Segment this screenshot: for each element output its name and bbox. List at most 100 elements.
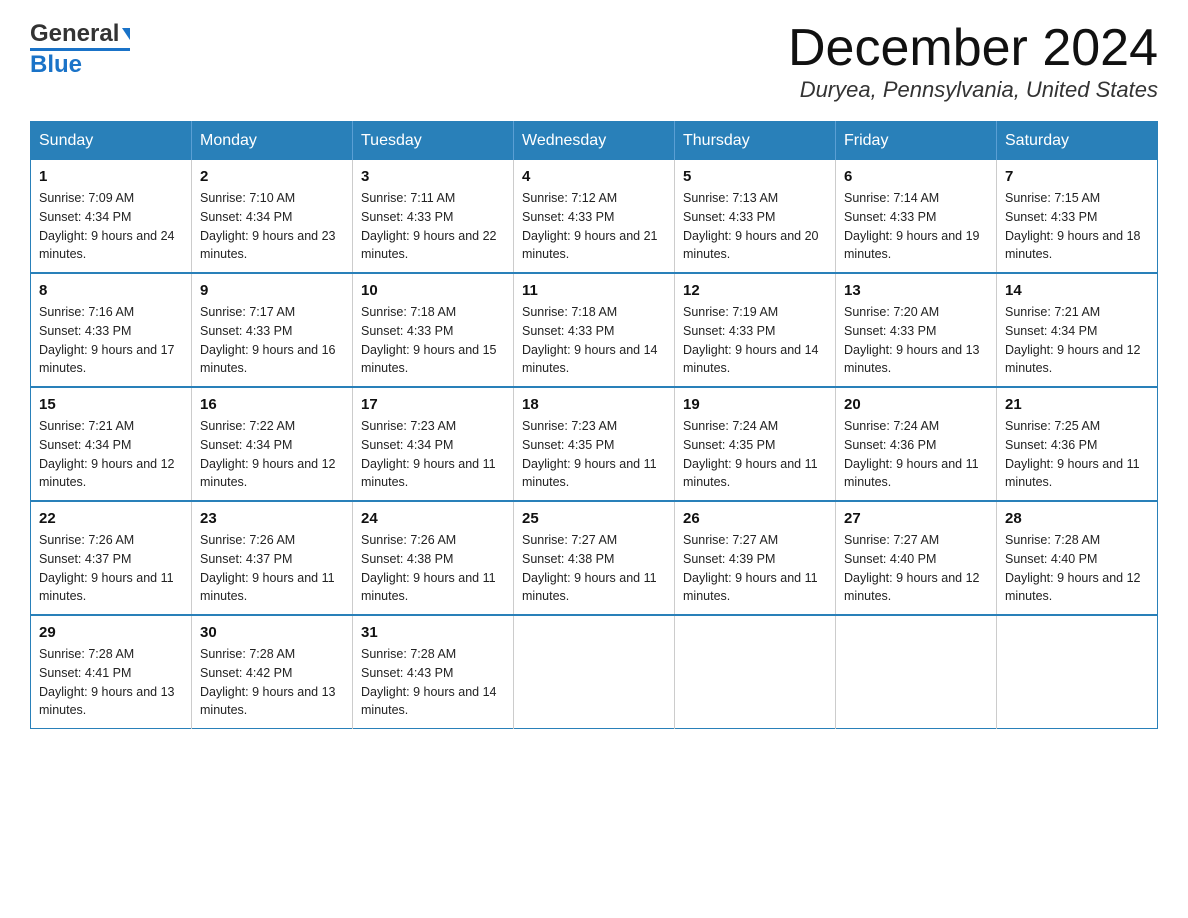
calendar-day-cell: 28 Sunrise: 7:28 AMSunset: 4:40 PMDayligh… [997,501,1158,615]
calendar-day-cell: 26 Sunrise: 7:27 AMSunset: 4:39 PMDayligh… [675,501,836,615]
location-subtitle: Duryea, Pennsylvania, United States [788,77,1158,103]
day-number: 15 [39,396,183,413]
day-info: Sunrise: 7:16 AMSunset: 4:33 PMDaylight:… [39,303,183,378]
day-info: Sunrise: 7:19 AMSunset: 4:33 PMDaylight:… [683,303,827,378]
day-number: 18 [522,396,666,413]
day-number: 13 [844,282,988,299]
calendar-header-saturday: Saturday [997,122,1158,161]
calendar-day-cell: 20Sunrise: 7:24 AMSunset: 4:36 PMDayligh… [836,387,997,501]
day-number: 24 [361,510,505,527]
calendar-day-cell: 18 Sunrise: 7:23 AMSunset: 4:35 PMDayligh… [514,387,675,501]
calendar-day-cell: 8Sunrise: 7:16 AMSunset: 4:33 PMDaylight… [31,273,192,387]
calendar-week-row: 22 Sunrise: 7:26 AMSunset: 4:37 PMDayligh… [31,501,1158,615]
title-section: December 2024 Duryea, Pennsylvania, Unit… [788,20,1158,103]
day-number: 7 [1005,168,1149,185]
day-number: 28 [1005,510,1149,527]
calendar-header-tuesday: Tuesday [353,122,514,161]
calendar-day-cell: 6 Sunrise: 7:14 AMSunset: 4:33 PMDaylight… [836,160,997,273]
day-info: Sunrise: 7:11 AMSunset: 4:33 PMDaylight:… [361,189,505,264]
day-number: 5 [683,168,827,185]
day-number: 12 [683,282,827,299]
logo: General Blue [30,20,130,79]
day-number: 9 [200,282,344,299]
calendar-day-cell: 23 Sunrise: 7:26 AMSunset: 4:37 PMDayligh… [192,501,353,615]
calendar-day-cell: 11Sunrise: 7:18 AMSunset: 4:33 PMDayligh… [514,273,675,387]
month-title: December 2024 [788,20,1158,77]
day-info: Sunrise: 7:15 AMSunset: 4:33 PMDaylight:… [1005,189,1149,264]
day-info: Sunrise: 7:20 AMSunset: 4:33 PMDaylight:… [844,303,988,378]
day-info: Sunrise: 7:21 AMSunset: 4:34 PMDaylight:… [1005,303,1149,378]
calendar-header-sunday: Sunday [31,122,192,161]
calendar-table: SundayMondayTuesdayWednesdayThursdayFrid… [30,121,1158,729]
day-number: 17 [361,396,505,413]
day-info: Sunrise: 7:26 AMSunset: 4:37 PMDaylight:… [200,531,344,606]
day-number: 3 [361,168,505,185]
day-info: Sunrise: 7:27 AMSunset: 4:40 PMDaylight:… [844,531,988,606]
logo-blue-text: Blue [30,48,130,79]
calendar-day-cell: 3 Sunrise: 7:11 AMSunset: 4:33 PMDaylight… [353,160,514,273]
day-info: Sunrise: 7:28 AMSunset: 4:43 PMDaylight:… [361,645,505,720]
day-info: Sunrise: 7:27 AMSunset: 4:39 PMDaylight:… [683,531,827,606]
day-info: Sunrise: 7:27 AMSunset: 4:38 PMDaylight:… [522,531,666,606]
day-number: 30 [200,624,344,641]
calendar-header-thursday: Thursday [675,122,836,161]
calendar-day-cell: 1 Sunrise: 7:09 AMSunset: 4:34 PMDaylight… [31,160,192,273]
day-info: Sunrise: 7:10 AMSunset: 4:34 PMDaylight:… [200,189,344,264]
calendar-day-cell: 2 Sunrise: 7:10 AMSunset: 4:34 PMDaylight… [192,160,353,273]
calendar-day-cell: 30Sunrise: 7:28 AMSunset: 4:42 PMDayligh… [192,615,353,729]
day-info: Sunrise: 7:22 AMSunset: 4:34 PMDaylight:… [200,417,344,492]
day-info: Sunrise: 7:14 AMSunset: 4:33 PMDaylight:… [844,189,988,264]
day-number: 23 [200,510,344,527]
calendar-day-cell: 22 Sunrise: 7:26 AMSunset: 4:37 PMDayligh… [31,501,192,615]
day-info: Sunrise: 7:28 AMSunset: 4:40 PMDaylight:… [1005,531,1149,606]
day-number: 20 [844,396,988,413]
day-info: Sunrise: 7:26 AMSunset: 4:37 PMDaylight:… [39,531,183,606]
calendar-day-cell: 29Sunrise: 7:28 AMSunset: 4:41 PMDayligh… [31,615,192,729]
day-info: Sunrise: 7:23 AMSunset: 4:34 PMDaylight:… [361,417,505,492]
day-number: 21 [1005,396,1149,413]
day-info: Sunrise: 7:25 AMSunset: 4:36 PMDaylight:… [1005,417,1149,492]
calendar-day-cell: 12 Sunrise: 7:19 AMSunset: 4:33 PMDayligh… [675,273,836,387]
calendar-day-cell: 7 Sunrise: 7:15 AMSunset: 4:33 PMDaylight… [997,160,1158,273]
day-info: Sunrise: 7:09 AMSunset: 4:34 PMDaylight:… [39,189,183,264]
calendar-week-row: 8Sunrise: 7:16 AMSunset: 4:33 PMDaylight… [31,273,1158,387]
calendar-week-row: 1 Sunrise: 7:09 AMSunset: 4:34 PMDaylight… [31,160,1158,273]
calendar-day-cell: 15Sunrise: 7:21 AMSunset: 4:34 PMDayligh… [31,387,192,501]
day-number: 31 [361,624,505,641]
logo-arrow-icon [122,28,130,40]
calendar-day-cell: 19Sunrise: 7:24 AMSunset: 4:35 PMDayligh… [675,387,836,501]
calendar-day-cell [997,615,1158,729]
calendar-day-cell [836,615,997,729]
day-number: 25 [522,510,666,527]
day-number: 29 [39,624,183,641]
day-info: Sunrise: 7:13 AMSunset: 4:33 PMDaylight:… [683,189,827,264]
calendar-header-wednesday: Wednesday [514,122,675,161]
calendar-day-cell: 14 Sunrise: 7:21 AMSunset: 4:34 PMDayligh… [997,273,1158,387]
day-number: 26 [683,510,827,527]
calendar-day-cell: 27Sunrise: 7:27 AMSunset: 4:40 PMDayligh… [836,501,997,615]
day-number: 1 [39,168,183,185]
day-number: 22 [39,510,183,527]
day-info: Sunrise: 7:18 AMSunset: 4:33 PMDaylight:… [361,303,505,378]
calendar-day-cell: 25 Sunrise: 7:27 AMSunset: 4:38 PMDayligh… [514,501,675,615]
day-info: Sunrise: 7:12 AMSunset: 4:33 PMDaylight:… [522,189,666,264]
calendar-day-cell [514,615,675,729]
calendar-header-friday: Friday [836,122,997,161]
day-number: 19 [683,396,827,413]
calendar-day-cell: 5 Sunrise: 7:13 AMSunset: 4:33 PMDaylight… [675,160,836,273]
calendar-day-cell: 17 Sunrise: 7:23 AMSunset: 4:34 PMDayligh… [353,387,514,501]
day-number: 2 [200,168,344,185]
page-header: General Blue December 2024 Duryea, Penns… [30,20,1158,103]
calendar-header-monday: Monday [192,122,353,161]
day-number: 14 [1005,282,1149,299]
calendar-week-row: 29Sunrise: 7:28 AMSunset: 4:41 PMDayligh… [31,615,1158,729]
day-number: 6 [844,168,988,185]
day-number: 16 [200,396,344,413]
calendar-day-cell [675,615,836,729]
calendar-week-row: 15Sunrise: 7:21 AMSunset: 4:34 PMDayligh… [31,387,1158,501]
day-number: 4 [522,168,666,185]
day-info: Sunrise: 7:23 AMSunset: 4:35 PMDaylight:… [522,417,666,492]
calendar-day-cell: 10Sunrise: 7:18 AMSunset: 4:33 PMDayligh… [353,273,514,387]
day-number: 11 [522,282,666,299]
day-info: Sunrise: 7:26 AMSunset: 4:38 PMDaylight:… [361,531,505,606]
